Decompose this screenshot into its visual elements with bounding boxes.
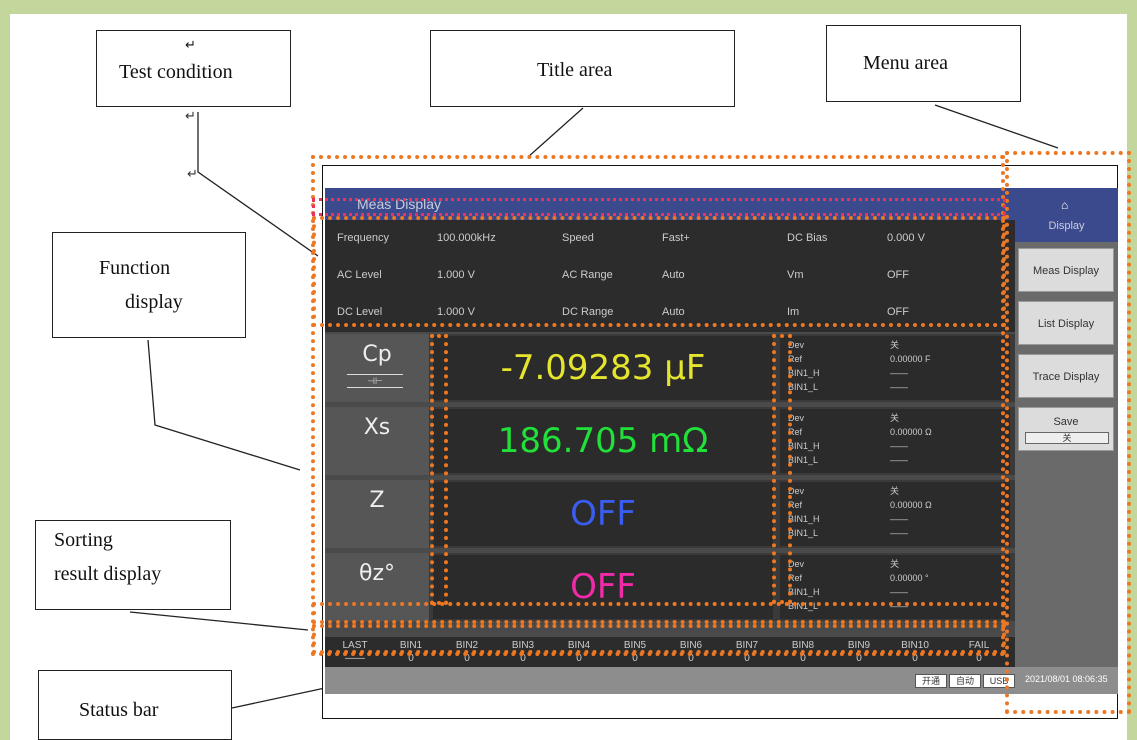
status-bar: 开通 自动 USB 2021/08/01 08:06:35	[325, 667, 1118, 694]
dotted-outline-sorting	[312, 602, 1006, 624]
dotted-outline-status	[312, 624, 1006, 654]
dotted-outline-title	[312, 198, 1006, 216]
status-chip: 自动	[949, 674, 981, 688]
dotted-outline-menu	[1005, 151, 1131, 714]
dotted-outline-value	[772, 334, 792, 604]
dotted-outline-condition	[312, 216, 1006, 327]
dotted-outline-function	[430, 334, 448, 605]
status-chip: 开通	[915, 674, 947, 688]
